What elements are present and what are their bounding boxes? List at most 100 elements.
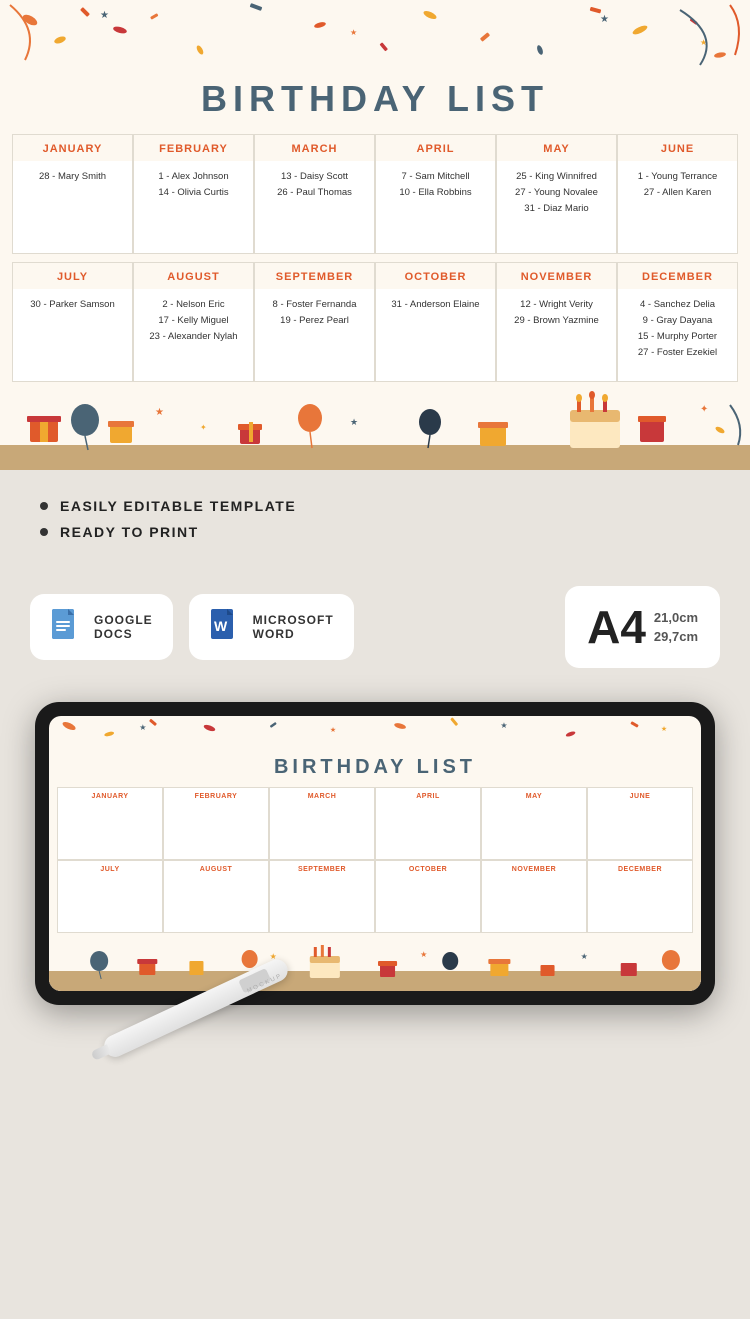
tablet-month-header: MAY [482,788,586,804]
birthday-entry: 1 - Young Terrance [624,169,731,185]
month-body: 7 - Sam Mitchell10 - Ella Robbins [376,161,495,209]
svg-text:★: ★ [350,417,358,427]
month-header: SEPTEMBER [255,263,374,289]
size-badge: A4 21,0cm 29,7cm [565,586,720,668]
tablet-month-col: MAY [481,787,587,860]
tablet-month-col: DECEMBER [587,860,693,933]
month-body: 1 - Young Terrance27 - Allen Karen [618,161,737,209]
month-header: JULY [13,263,132,289]
tablet-month-header: AUGUST [164,861,268,877]
birthday-entry: 15 - Murphy Porter [624,329,731,345]
tablet-month-body [164,877,268,932]
tablet-month-col: OCTOBER [375,860,481,933]
tablet-month-header: SEPTEMBER [270,861,374,877]
birthday-entry: 12 - Wright Verity [503,297,610,313]
tablet-month-header: OCTOBER [376,861,480,877]
month-body: 8 - Foster Fernanda19 - Perez Pearl [255,289,374,337]
microsoft-word-label: MICROSOFT WORD [253,613,334,641]
tablet-month-body [482,877,586,932]
month-body: 28 - Mary Smith [13,161,132,193]
tablet-month-header: JULY [58,861,162,877]
tablet-month-body [164,804,268,859]
tablet-month-col: NOVEMBER [481,860,587,933]
tablet-month-body [482,804,586,859]
svg-text:★: ★ [139,723,146,732]
tablet-device: ★ ★ ★ ★ BIRTHDAY LIST JANUARYFEBRUARYMAR… [35,702,715,1005]
svg-text:★: ★ [581,952,588,961]
tablet-month-header: APRIL [376,788,480,804]
bullet-1 [40,502,48,510]
birthday-entry: 17 - Kelly Miguel [140,313,247,329]
tablet-month-col: JULY [57,860,163,933]
tablet-mockup-section: ★ ★ ★ ★ BIRTHDAY LIST JANUARYFEBRUARYMAR… [0,692,750,1045]
svg-text:★: ★ [100,10,109,21]
month-header: JUNE [618,135,737,161]
pen-tip [91,1044,112,1061]
month-body: 30 - Parker Samson [13,289,132,321]
microsoft-word-button[interactable]: W MICROSOFT WORD [189,594,354,660]
month-col: AUGUST2 - Nelson Eric17 - Kelly Miguel23… [133,262,254,382]
svg-text:★: ★ [330,726,336,734]
month-col: OCTOBER31 - Anderson Elaine [375,262,496,382]
birthday-entry: 1 - Alex Johnson [140,169,247,185]
birthday-entry: 8 - Foster Fernanda [261,297,368,313]
month-body: 2 - Nelson Eric17 - Kelly Miguel23 - Ale… [134,289,253,353]
tablet-month-col: MARCH [269,787,375,860]
month-header: MAY [497,135,616,161]
google-docs-button[interactable]: GOOGLE DOCS [30,594,173,660]
birthday-entry: 4 - Sanchez Delia [624,297,731,313]
month-body: 31 - Anderson Elaine [376,289,495,321]
month-col: SEPTEMBER8 - Foster Fernanda19 - Perez P… [254,262,375,382]
birthday-entry: 25 - King Winnifred [503,169,610,185]
month-col: DECEMBER4 - Sanchez Delia9 - Gray Dayana… [617,262,738,382]
feature-text-2: READY TO PRINT [60,524,199,540]
month-body: 4 - Sanchez Delia9 - Gray Dayana15 - Mur… [618,289,737,370]
confetti-top: ★ ★ ★ ★ [0,0,750,70]
month-body: 1 - Alex Johnson14 - Olivia Curtis [134,161,253,209]
birthday-entry: 23 - Alexander Nylah [140,329,247,345]
tablet-month-body [58,804,162,859]
svg-text:★: ★ [661,725,667,733]
birthday-entry: 2 - Nelson Eric [140,297,247,313]
feature-item-2: READY TO PRINT [40,524,710,540]
birthday-entry: 28 - Mary Smith [19,169,126,185]
svg-text:✦: ✦ [200,423,207,432]
svg-text:W: W [214,618,228,634]
birthday-top-section: ★ ★ ★ ★ BIRTHDAY LIST JANUARY28 - Mary S… [0,0,750,470]
tablet-month-body [376,804,480,859]
party-decoration-bottom: ★ ✦ ★ [0,390,750,470]
tablet-month-col: SEPTEMBER [269,860,375,933]
features-section: EASILY EDITABLE TEMPLATE READY TO PRINT [0,470,750,570]
month-col: JANUARY28 - Mary Smith [12,134,133,254]
bullet-2 [40,528,48,536]
tablet-month-body [58,877,162,932]
birthday-entry: 27 - Young Novalee [503,185,610,201]
tablet-month-header: DECEMBER [588,861,692,877]
birthday-entry: 31 - Anderson Elaine [382,297,489,313]
tablet-month-body [376,877,480,932]
svg-text:★: ★ [350,28,357,37]
tablet-party-bottom: ★ ★ ★ [49,941,701,991]
birthday-entry: 30 - Parker Samson [19,297,126,313]
size-a4-label: A4 [587,600,646,654]
month-col: APRIL7 - Sam Mitchell10 - Ella Robbins [375,134,496,254]
birthday-entry: 7 - Sam Mitchell [382,169,489,185]
apps-section: GOOGLE DOCS W MICROSOFT WORD A4 21,0cm 2… [0,570,750,692]
months-row2: JULY 30 - Parker Samson AUGUST2 - Nelson E… [0,262,750,382]
feature-item-1: EASILY EDITABLE TEMPLATE [40,498,710,514]
birthday-title: BIRTHDAY LIST [0,70,750,134]
tablet-month-col: JUNE [587,787,693,860]
tablet-month-body [270,877,374,932]
tablet-month-header: JUNE [588,788,692,804]
feature-text-1: EASILY EDITABLE TEMPLATE [60,498,296,514]
birthday-entry: 10 - Ella Robbins [382,185,489,201]
tablet-month-col: AUGUST [163,860,269,933]
tablet-months-row2: JULYAUGUSTSEPTEMBEROCTOBERNOVEMBERDECEMB… [49,860,701,933]
svg-text:★: ★ [600,14,609,25]
tablet-month-col: JANUARY [57,787,163,860]
month-body: 12 - Wright Verity29 - Brown Yazmine [497,289,616,337]
month-col: MAY 25 - King Winnifred27 - Young Novalee… [496,134,617,254]
svg-text:✦: ✦ [700,404,708,415]
svg-text:★: ★ [155,407,164,418]
birthday-entry: 31 - Diaz Mario [503,201,610,217]
